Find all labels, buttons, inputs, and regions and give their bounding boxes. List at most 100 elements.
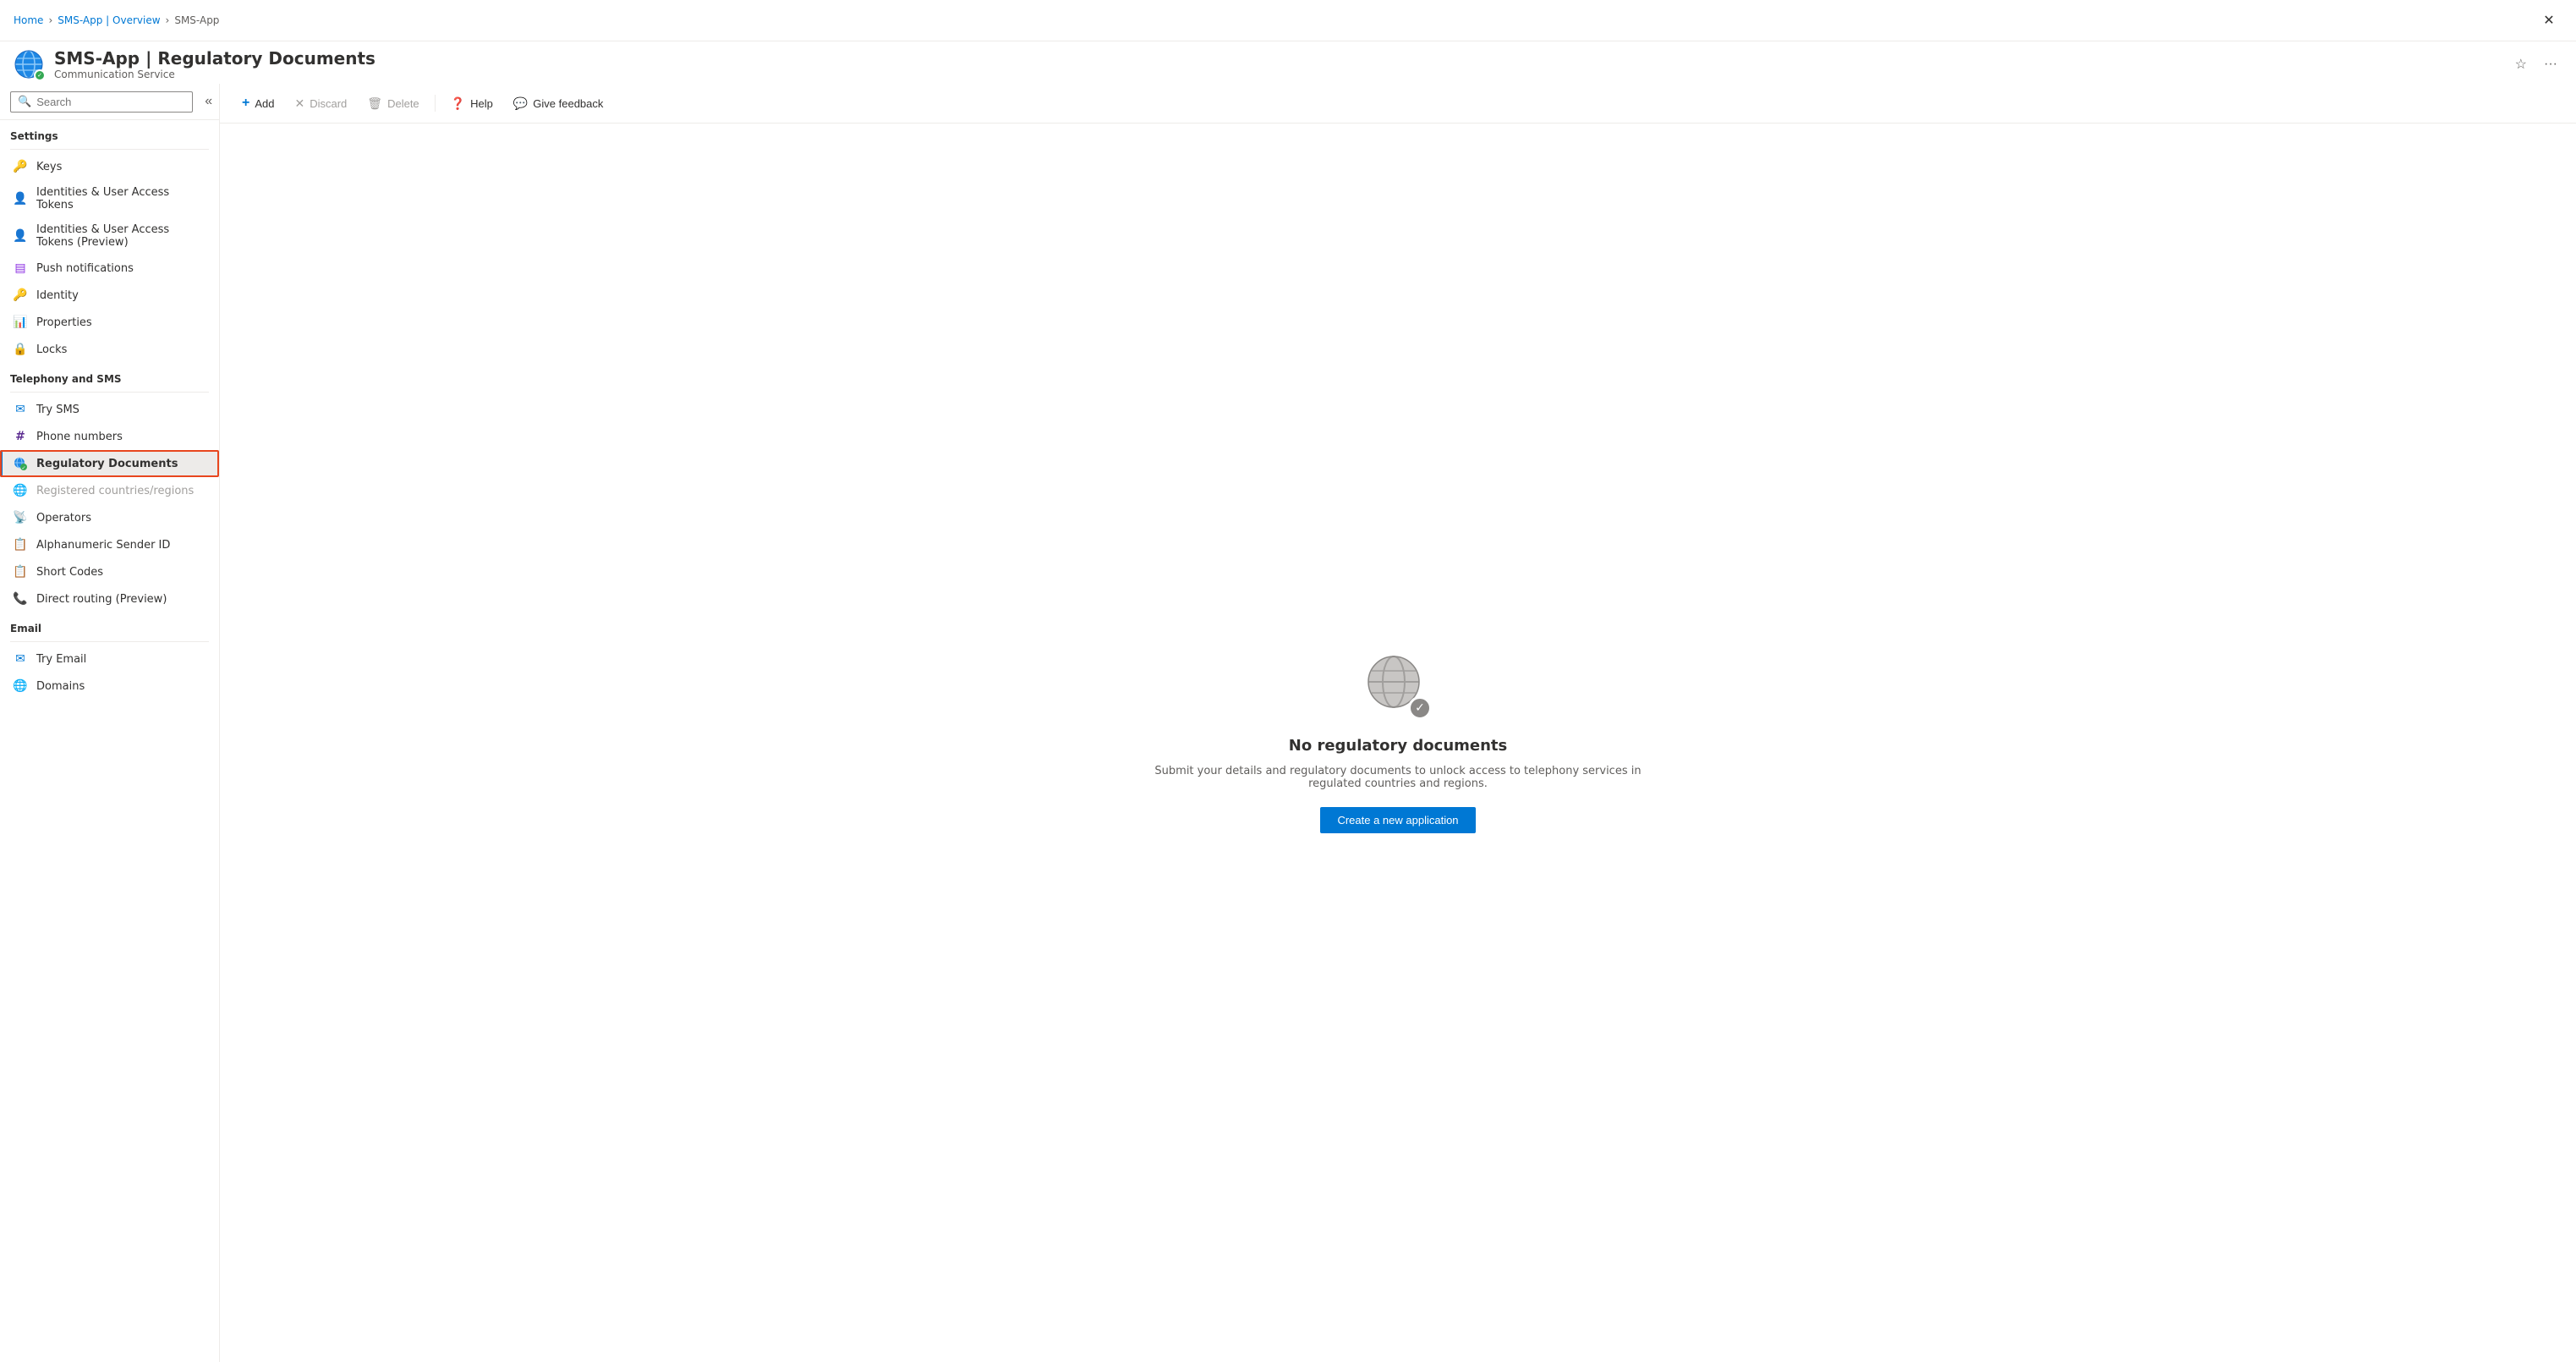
sidebar-divider-settings xyxy=(10,149,209,150)
sidebar-item-label-regulatory-docs: Regulatory Documents xyxy=(36,458,178,470)
toolbar-separator xyxy=(435,95,436,112)
discard-icon: ✕ xyxy=(294,96,304,111)
sidebar-item-phone-numbers[interactable]: # Phone numbers xyxy=(0,423,219,450)
sidebar-item-alphanumeric[interactable]: 📋 Alphanumeric Sender ID xyxy=(0,531,219,558)
empty-state-description: Submit your details and regulatory docum… xyxy=(1144,765,1652,790)
delete-button[interactable]: 🗑 Delete xyxy=(359,91,427,116)
sidebar-item-properties[interactable]: 📊 Properties xyxy=(0,309,219,336)
delete-icon: 🗑 xyxy=(367,96,382,111)
push-icon: ▤ xyxy=(13,261,28,276)
sidebar-item-label-operators: Operators xyxy=(36,512,91,524)
empty-state-icon: ✓ xyxy=(1364,652,1432,720)
sidebar-item-direct-routing[interactable]: 📞 Direct routing (Preview) xyxy=(0,585,219,612)
add-icon: + xyxy=(242,96,249,111)
delete-label: Delete xyxy=(387,97,419,110)
telephony-section-label: Telephony and SMS xyxy=(0,363,219,388)
create-application-button[interactable]: Create a new application xyxy=(1320,807,1475,833)
sidebar-item-label-keys: Keys xyxy=(36,161,62,173)
alphanumeric-icon: 📋 xyxy=(13,537,28,552)
try-sms-icon: ✉ xyxy=(13,402,28,417)
sidebar-item-push[interactable]: ▤ Push notifications xyxy=(0,255,219,282)
sidebar-item-label-push: Push notifications xyxy=(36,262,134,275)
regulatory-docs-icon: ✓ xyxy=(13,456,28,471)
sidebar-item-label-phone-numbers: Phone numbers xyxy=(36,431,123,443)
sidebar-item-locks[interactable]: 🔒 Locks xyxy=(0,336,219,363)
help-icon: ❓ xyxy=(451,96,465,111)
feedback-button[interactable]: 💬 Give feedback xyxy=(505,91,612,116)
sidebar-item-try-email[interactable]: ✉ Try Email xyxy=(0,645,219,673)
breadcrumb-current: SMS-App xyxy=(174,14,219,26)
direct-routing-icon: 📞 xyxy=(13,591,28,607)
operators-icon: 📡 xyxy=(13,510,28,525)
sidebar-item-try-sms[interactable]: ✉ Try SMS xyxy=(0,396,219,423)
close-button[interactable]: ✕ xyxy=(2535,7,2562,34)
registered-countries-icon: 🌐 xyxy=(13,483,28,498)
sidebar-divider-telephony xyxy=(10,392,209,393)
empty-state: ✓ No regulatory documents Submit your de… xyxy=(220,124,2576,1362)
discard-button[interactable]: ✕ Discard xyxy=(286,91,355,116)
search-box[interactable]: 🔍 xyxy=(10,91,193,113)
more-button[interactable]: ··· xyxy=(2539,53,2562,75)
sidebar-item-label-try-sms: Try SMS xyxy=(36,404,79,416)
sidebar-item-domains[interactable]: 🌐 Domains xyxy=(0,673,219,700)
main-layout: 🔍 « Settings 🔑 Keys 👤 Identities & User … xyxy=(0,84,2576,1362)
breadcrumb-sep-1: › xyxy=(48,14,52,26)
app-header: ✓ SMS-App | Regulatory Documents Communi… xyxy=(0,41,2576,84)
sidebar-item-label-direct-routing: Direct routing (Preview) xyxy=(36,593,167,606)
svg-text:✓: ✓ xyxy=(21,465,25,470)
help-label: Help xyxy=(470,97,493,110)
app-icon-badge: ✓ xyxy=(34,69,46,81)
top-bar: Home › SMS-App | Overview › SMS-App ✕ xyxy=(0,0,2576,41)
settings-section-label: Settings xyxy=(0,120,219,146)
add-label: Add xyxy=(255,97,274,110)
feedback-label: Give feedback xyxy=(533,97,603,110)
breadcrumb-home[interactable]: Home xyxy=(14,14,43,26)
empty-state-title: No regulatory documents xyxy=(1289,737,1507,755)
breadcrumb: Home › SMS-App | Overview › SMS-App xyxy=(14,14,2535,26)
app-title-area: SMS-App | Regulatory Documents Communica… xyxy=(54,48,2500,80)
sidebar-item-label-locks: Locks xyxy=(36,343,67,356)
sidebar: 🔍 « Settings 🔑 Keys 👤 Identities & User … xyxy=(0,84,220,1362)
sidebar-item-regulatory-docs[interactable]: ✓ Regulatory Documents xyxy=(0,450,219,477)
sidebar-collapse-button[interactable]: « xyxy=(200,91,217,113)
sidebar-item-label-identities2: Identities & User Access Tokens (Preview… xyxy=(36,223,209,249)
phone-numbers-icon: # xyxy=(13,429,28,444)
identity-icon: 🔑 xyxy=(13,288,28,303)
breadcrumb-sep-2: › xyxy=(166,14,170,26)
discard-label: Discard xyxy=(310,97,347,110)
short-codes-icon: 📋 xyxy=(13,564,28,579)
add-button[interactable]: + Add xyxy=(233,91,282,116)
sidebar-item-registered-countries: 🌐 Registered countries/regions xyxy=(0,477,219,504)
toolbar: + Add ✕ Discard 🗑 Delete ❓ Help 💬 Give f… xyxy=(220,84,2576,124)
breadcrumb-overview[interactable]: SMS-App | Overview xyxy=(58,14,160,26)
sidebar-item-label-short-codes: Short Codes xyxy=(36,566,103,579)
try-email-icon: ✉ xyxy=(13,651,28,667)
sidebar-item-identity[interactable]: 🔑 Identity xyxy=(0,282,219,309)
help-button[interactable]: ❓ Help xyxy=(442,91,501,116)
sidebar-item-identities2[interactable]: 👤 Identities & User Access Tokens (Previ… xyxy=(0,217,219,255)
sidebar-item-operators[interactable]: 📡 Operators xyxy=(0,504,219,531)
sidebar-item-label-try-email: Try Email xyxy=(36,653,86,666)
email-section-label: Email xyxy=(0,612,219,638)
locks-icon: 🔒 xyxy=(13,342,28,357)
empty-state-checkmark: ✓ xyxy=(1408,696,1432,720)
search-input[interactable] xyxy=(36,96,185,108)
sidebar-item-label-domains: Domains xyxy=(36,680,85,693)
sidebar-item-identities1[interactable]: 👤 Identities & User Access Tokens xyxy=(0,180,219,217)
header-actions: ☆ ··· xyxy=(2510,52,2562,76)
sidebar-item-short-codes[interactable]: 📋 Short Codes xyxy=(0,558,219,585)
identities2-icon: 👤 xyxy=(13,228,28,244)
properties-icon: 📊 xyxy=(13,315,28,330)
app-icon: ✓ xyxy=(14,49,44,80)
sidebar-item-label-identity: Identity xyxy=(36,289,79,302)
app-title: SMS-App | Regulatory Documents xyxy=(54,48,2500,69)
sidebar-item-label-properties: Properties xyxy=(36,316,92,329)
app-subtitle: Communication Service xyxy=(54,69,2500,80)
sidebar-item-keys[interactable]: 🔑 Keys xyxy=(0,153,219,180)
content-area: + Add ✕ Discard 🗑 Delete ❓ Help 💬 Give f… xyxy=(220,84,2576,1362)
sidebar-item-label-registered-countries: Registered countries/regions xyxy=(36,485,194,497)
domains-icon: 🌐 xyxy=(13,678,28,694)
sidebar-item-label-identities1: Identities & User Access Tokens xyxy=(36,186,209,211)
favorite-button[interactable]: ☆ xyxy=(2510,52,2532,76)
sidebar-divider-email xyxy=(10,641,209,642)
